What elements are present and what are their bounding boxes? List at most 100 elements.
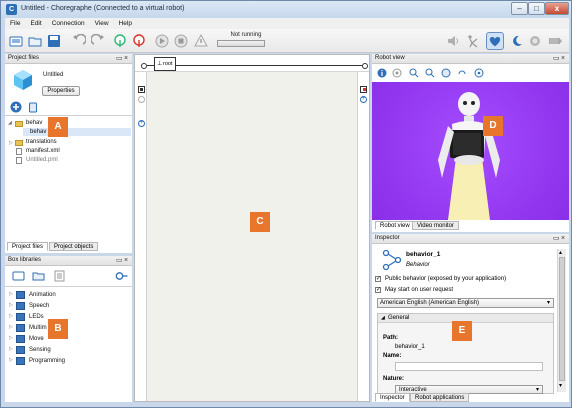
properties-button[interactable]: Properties <box>42 86 80 96</box>
inspector-scrollbar[interactable]: ▴ ▾ <box>557 249 566 392</box>
robot-3d-viewport[interactable]: D <box>372 82 569 220</box>
collapse-arrow-icon[interactable]: ▷ <box>9 291 13 297</box>
project-tree: ◢ behav behav ▷ translations manifest.xm… <box>5 115 132 242</box>
project-cube-icon <box>14 70 32 90</box>
language-select[interactable]: American English (American English) ▾ <box>377 298 554 308</box>
zoom-in-icon[interactable] <box>409 68 419 78</box>
rotate-icon[interactable] <box>457 68 467 78</box>
library-item-movement[interactable]: Move <box>29 336 44 342</box>
close-panel-icon[interactable]: × <box>124 54 128 64</box>
stop-icon[interactable] <box>174 34 188 48</box>
new-library-icon[interactable] <box>12 270 25 282</box>
tab-video-monitor[interactable]: Video monitor <box>412 221 459 230</box>
play-icon[interactable] <box>155 34 169 48</box>
collapse-arrow-icon[interactable]: ▷ <box>9 302 13 308</box>
callout-marker-d: D <box>483 116 503 136</box>
undock-icon[interactable]: ▭ <box>116 256 123 266</box>
add-output-icon[interactable]: + <box>360 96 367 103</box>
scroll-up-icon[interactable]: ▴ <box>559 249 562 256</box>
heart-icon <box>489 36 501 47</box>
close-window-button[interactable]: x <box>545 2 569 15</box>
library-item-sensing[interactable]: Sensing <box>29 347 51 353</box>
tab-robot-view[interactable]: Robot view <box>375 221 415 230</box>
search-icon[interactable] <box>115 270 128 282</box>
tab-project-objects[interactable]: Project objects <box>49 242 99 251</box>
scrollbar-thumb[interactable] <box>559 257 565 381</box>
expand-arrow-icon[interactable]: ◢ <box>8 120 12 126</box>
delete-icon[interactable] <box>27 101 39 113</box>
debug-warning-icon[interactable] <box>194 34 208 48</box>
box-library-icon <box>16 346 25 354</box>
open-project-icon[interactable] <box>28 34 42 48</box>
breadcrumb-line <box>147 65 362 66</box>
menu-view[interactable]: View <box>90 20 114 27</box>
connect-icon[interactable] <box>113 34 127 48</box>
close-panel-icon[interactable]: × <box>124 256 128 266</box>
zoom-out-icon[interactable] <box>425 68 435 78</box>
menu-help[interactable]: Help <box>114 20 137 27</box>
undock-icon[interactable]: ▭ <box>116 54 123 64</box>
menu-edit[interactable]: Edit <box>25 20 46 27</box>
undo-icon[interactable] <box>72 34 86 48</box>
scroll-down-icon[interactable]: ▾ <box>559 382 562 389</box>
box-library-icon <box>16 324 25 332</box>
collapse-arrow-icon[interactable]: ▷ <box>9 324 13 330</box>
may-start-row: ✓ May start on user request <box>375 285 567 295</box>
library-item-programming[interactable]: Programming <box>29 358 65 364</box>
autonomous-life-button[interactable] <box>486 32 504 50</box>
view-reset-icon[interactable] <box>392 68 402 78</box>
tab-project-files[interactable]: Project files <box>7 242 49 251</box>
add-icon[interactable] <box>10 101 22 113</box>
library-item-multimedia[interactable]: Multim <box>29 325 47 331</box>
name-field[interactable] <box>395 362 543 371</box>
info-icon[interactable] <box>377 68 387 78</box>
new-project-icon[interactable] <box>9 34 23 48</box>
tree-item-behavior-folder[interactable]: behav <box>26 120 42 126</box>
menu-connection[interactable]: Connection <box>47 20 90 27</box>
name-label: Name: <box>383 353 402 359</box>
maximize-button[interactable]: □ <box>528 2 545 15</box>
breadcrumb-root[interactable]: ⊥ root <box>154 57 176 71</box>
collapse-arrow-icon[interactable]: ▷ <box>9 346 13 352</box>
box-libraries-title: Box libraries <box>8 257 42 263</box>
disconnect-icon[interactable] <box>132 34 146 48</box>
collapse-arrow-icon[interactable]: ▷ <box>9 140 13 146</box>
tree-item-translations[interactable]: translations <box>26 139 57 145</box>
onstop-input-port[interactable] <box>138 96 145 103</box>
collapse-arrow-icon[interactable]: ▷ <box>9 357 13 363</box>
library-item-animation[interactable]: Animation <box>29 292 56 298</box>
tree-item-manifest[interactable]: manifest.xml <box>26 148 60 154</box>
library-item-speech[interactable]: Speech <box>29 303 49 309</box>
open-library-icon[interactable] <box>32 270 45 282</box>
library-menu-icon[interactable] <box>54 270 67 282</box>
collapse-arrow-icon[interactable]: ▷ <box>9 335 13 341</box>
tab-inspector[interactable]: Inspector <box>375 393 410 402</box>
wake-up-icon[interactable] <box>528 34 542 48</box>
animation-mode-icon[interactable] <box>466 34 480 48</box>
public-behavior-checkbox[interactable]: ✓ <box>375 276 381 282</box>
minimize-button[interactable]: – <box>511 2 528 15</box>
add-input-icon[interactable]: + <box>138 120 145 127</box>
public-behavior-label: Public behavior (exposed by your applica… <box>385 276 507 282</box>
rest-moon-icon[interactable] <box>510 34 524 48</box>
collapse-arrow-icon[interactable]: ▷ <box>9 313 13 319</box>
undock-icon[interactable]: ▭ <box>553 234 560 244</box>
tree-item-behavior-file[interactable]: behav <box>30 129 46 135</box>
tab-robot-applications[interactable]: Robot applications <box>410 393 470 402</box>
library-item-leds[interactable]: LEDs <box>29 314 44 320</box>
undock-icon[interactable]: ▭ <box>553 54 560 64</box>
volume-icon[interactable] <box>446 34 460 48</box>
callout-marker-b: B <box>48 319 68 339</box>
folder-icon <box>15 140 23 146</box>
camera-icon[interactable] <box>441 68 451 78</box>
center-view-icon[interactable] <box>474 68 484 78</box>
path-label: Path: <box>383 335 398 341</box>
file-icon <box>16 148 22 155</box>
close-panel-icon[interactable]: × <box>561 54 565 64</box>
close-panel-icon[interactable]: × <box>561 234 565 244</box>
tree-item-pml[interactable]: Untitled.pml <box>26 157 58 163</box>
may-start-checkbox[interactable]: ✓ <box>375 287 381 293</box>
save-project-icon[interactable] <box>47 34 61 48</box>
menu-file[interactable]: File <box>5 20 25 27</box>
redo-icon[interactable] <box>91 34 105 48</box>
